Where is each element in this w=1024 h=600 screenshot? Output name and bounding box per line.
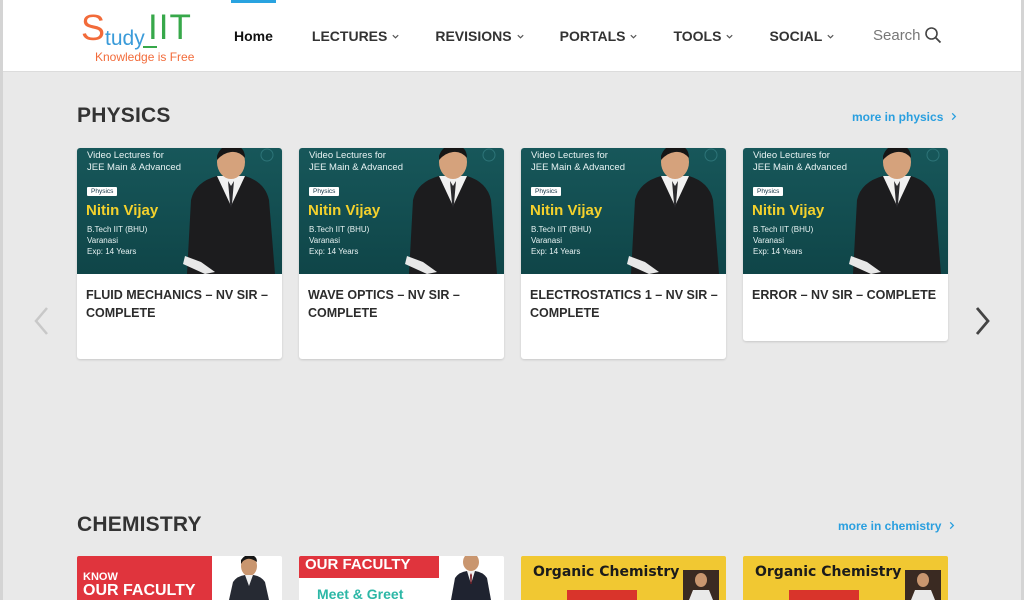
logo-tagline: Knowledge is Free bbox=[95, 50, 195, 64]
lecture-card[interactable]: Video Lectures for JEE Main & Advanced P… bbox=[299, 148, 504, 359]
nav-social[interactable]: SOCIAL bbox=[766, 0, 838, 72]
thumb-teacher-name: Nitin Vijay bbox=[86, 202, 159, 219]
thumb-detail-degree: B.Tech IIT (BHU) bbox=[753, 225, 814, 234]
chemistry-thumbnail[interactable]: Organic Chemistry bbox=[743, 556, 948, 600]
section-title-chemistry: CHEMISTRY bbox=[77, 513, 202, 536]
chevron-down-icon bbox=[516, 34, 524, 39]
more-in-physics-link[interactable]: more in physics bbox=[852, 110, 958, 124]
lecture-card[interactable]: Video Lectures for JEE Main & Advanced P… bbox=[521, 148, 726, 359]
thumb-meet-text: Meet & Greet bbox=[317, 586, 404, 600]
thumb-detail-city: Varanasi bbox=[753, 236, 784, 245]
thumb-subject-badge: Physics bbox=[753, 187, 784, 196]
site-logo[interactable]: S tudy IIT Knowledge is Free bbox=[81, 8, 211, 66]
lecture-thumbnail[interactable]: Video Lectures for JEE Main & Advanced P… bbox=[77, 148, 282, 274]
thumb-teacher-name: Nitin Vijay bbox=[530, 202, 603, 219]
thumb-detail-city: Varanasi bbox=[87, 236, 118, 245]
lecture-card[interactable]: Video Lectures for JEE Main & Advanced P… bbox=[743, 148, 948, 341]
teacher-photo bbox=[627, 148, 719, 274]
search-label[interactable]: Search bbox=[873, 27, 921, 44]
teacher-photo bbox=[229, 556, 269, 600]
nav-social-label: SOCIAL bbox=[769, 28, 823, 44]
thumb-organic-text: Organic Chemistry bbox=[533, 564, 680, 580]
carousel-next-icon[interactable] bbox=[971, 304, 993, 338]
carousel-prev-icon[interactable] bbox=[31, 304, 53, 338]
chevron-right-icon bbox=[949, 521, 954, 530]
more-in-chemistry-link[interactable]: more in chemistry bbox=[838, 519, 956, 533]
thumb-faculty-text: OUR FACULTY bbox=[83, 582, 196, 599]
thumb-caption-line1: Video Lectures for bbox=[753, 150, 830, 161]
nav-home-label: Home bbox=[234, 28, 273, 44]
thumb-caption-line1: Video Lectures for bbox=[531, 150, 608, 161]
chemistry-thumbnail[interactable]: OUR FACULTY Meet & Greet bbox=[299, 556, 504, 600]
teacher-photo bbox=[683, 570, 719, 600]
thumb-subject-badge: Physics bbox=[309, 187, 340, 196]
teacher-photo bbox=[451, 556, 491, 600]
nav-portals-label: PORTALS bbox=[559, 28, 626, 44]
thumb-teacher-name: Nitin Vijay bbox=[308, 202, 381, 219]
lecture-card-title[interactable]: ELECTROSTATICS 1 – NV SIR – COMPLETE bbox=[530, 286, 718, 322]
chevron-right-icon bbox=[951, 112, 956, 121]
section-title-physics: PHYSICS bbox=[77, 104, 171, 127]
teacher-photo bbox=[405, 148, 497, 274]
window-edge-left bbox=[0, 0, 3, 600]
more-in-physics-label: more in physics bbox=[852, 110, 944, 124]
thumb-organic-text: Organic Chemistry bbox=[755, 564, 902, 580]
thumb-detail-experience: Exp: 14 Years bbox=[753, 247, 803, 256]
chemistry-thumbnail[interactable]: Organic Chemistry bbox=[521, 556, 726, 600]
teacher-photo bbox=[183, 148, 275, 274]
nav-revisions-label: REVISIONS bbox=[435, 28, 512, 44]
chevron-down-icon bbox=[726, 34, 734, 39]
nav-lectures-label: LECTURES bbox=[311, 28, 388, 44]
nav-lectures[interactable]: LECTURES bbox=[309, 0, 403, 72]
site-header: S tudy IIT Knowledge is Free Home LECTUR… bbox=[3, 0, 1021, 72]
search-icon[interactable] bbox=[924, 26, 942, 44]
thumb-caption-line1: Video Lectures for bbox=[87, 150, 164, 161]
main-nav: Home LECTURES REVISIONS PORTALS TOOLS SO… bbox=[231, 0, 867, 72]
lecture-thumbnail[interactable]: Video Lectures for JEE Main & Advanced P… bbox=[521, 148, 726, 274]
thumb-red-strip bbox=[789, 590, 859, 600]
logo-letter-s: S bbox=[81, 7, 106, 48]
thumb-detail-experience: Exp: 14 Years bbox=[87, 247, 137, 256]
teacher-photo bbox=[849, 148, 941, 274]
lecture-card-title[interactable]: ERROR – NV SIR – COMPLETE bbox=[752, 286, 940, 304]
thumb-detail-degree: B.Tech IIT (BHU) bbox=[309, 225, 370, 234]
nav-tools[interactable]: TOOLS bbox=[670, 0, 737, 72]
nav-portals[interactable]: PORTALS bbox=[557, 0, 642, 72]
logo-text-iit: IIT bbox=[148, 8, 192, 47]
thumb-subject-badge: Physics bbox=[531, 187, 562, 196]
thumb-faculty-text: OUR FACULTY bbox=[305, 556, 411, 573]
nav-tools-label: TOOLS bbox=[673, 28, 722, 44]
thumb-caption-line1: Video Lectures for bbox=[309, 150, 386, 161]
lecture-card-title[interactable]: FLUID MECHANICS – NV SIR – COMPLETE bbox=[86, 286, 274, 322]
chevron-down-icon bbox=[392, 34, 399, 39]
thumb-detail-degree: B.Tech IIT (BHU) bbox=[87, 225, 148, 234]
nav-revisions[interactable]: REVISIONS bbox=[432, 0, 527, 72]
thumb-detail-degree: B.Tech IIT (BHU) bbox=[531, 225, 592, 234]
lecture-card[interactable]: Video Lectures for JEE Main & Advanced P… bbox=[77, 148, 282, 359]
thumb-subject-badge: Physics bbox=[87, 187, 118, 196]
teacher-photo bbox=[905, 570, 941, 600]
lecture-thumbnail[interactable]: Video Lectures for JEE Main & Advanced P… bbox=[743, 148, 948, 274]
lecture-card-title[interactable]: WAVE OPTICS – NV SIR – COMPLETE bbox=[308, 286, 496, 322]
logo-text-tudy: tudy bbox=[105, 27, 145, 50]
thumb-detail-city: Varanasi bbox=[309, 236, 340, 245]
thumb-detail-city: Varanasi bbox=[531, 236, 562, 245]
thumb-red-strip bbox=[567, 590, 637, 600]
chevron-down-icon bbox=[827, 34, 834, 39]
thumb-detail-experience: Exp: 14 Years bbox=[531, 247, 581, 256]
chevron-down-icon bbox=[630, 34, 638, 39]
lecture-thumbnail[interactable]: Video Lectures for JEE Main & Advanced P… bbox=[299, 148, 504, 274]
thumb-detail-experience: Exp: 14 Years bbox=[309, 247, 359, 256]
more-in-chemistry-label: more in chemistry bbox=[838, 519, 942, 533]
chemistry-thumbnail[interactable]: KNOW OUR FACULTY bbox=[77, 556, 282, 600]
nav-home[interactable]: Home bbox=[231, 0, 276, 72]
thumb-teacher-name: Nitin Vijay bbox=[752, 202, 825, 219]
